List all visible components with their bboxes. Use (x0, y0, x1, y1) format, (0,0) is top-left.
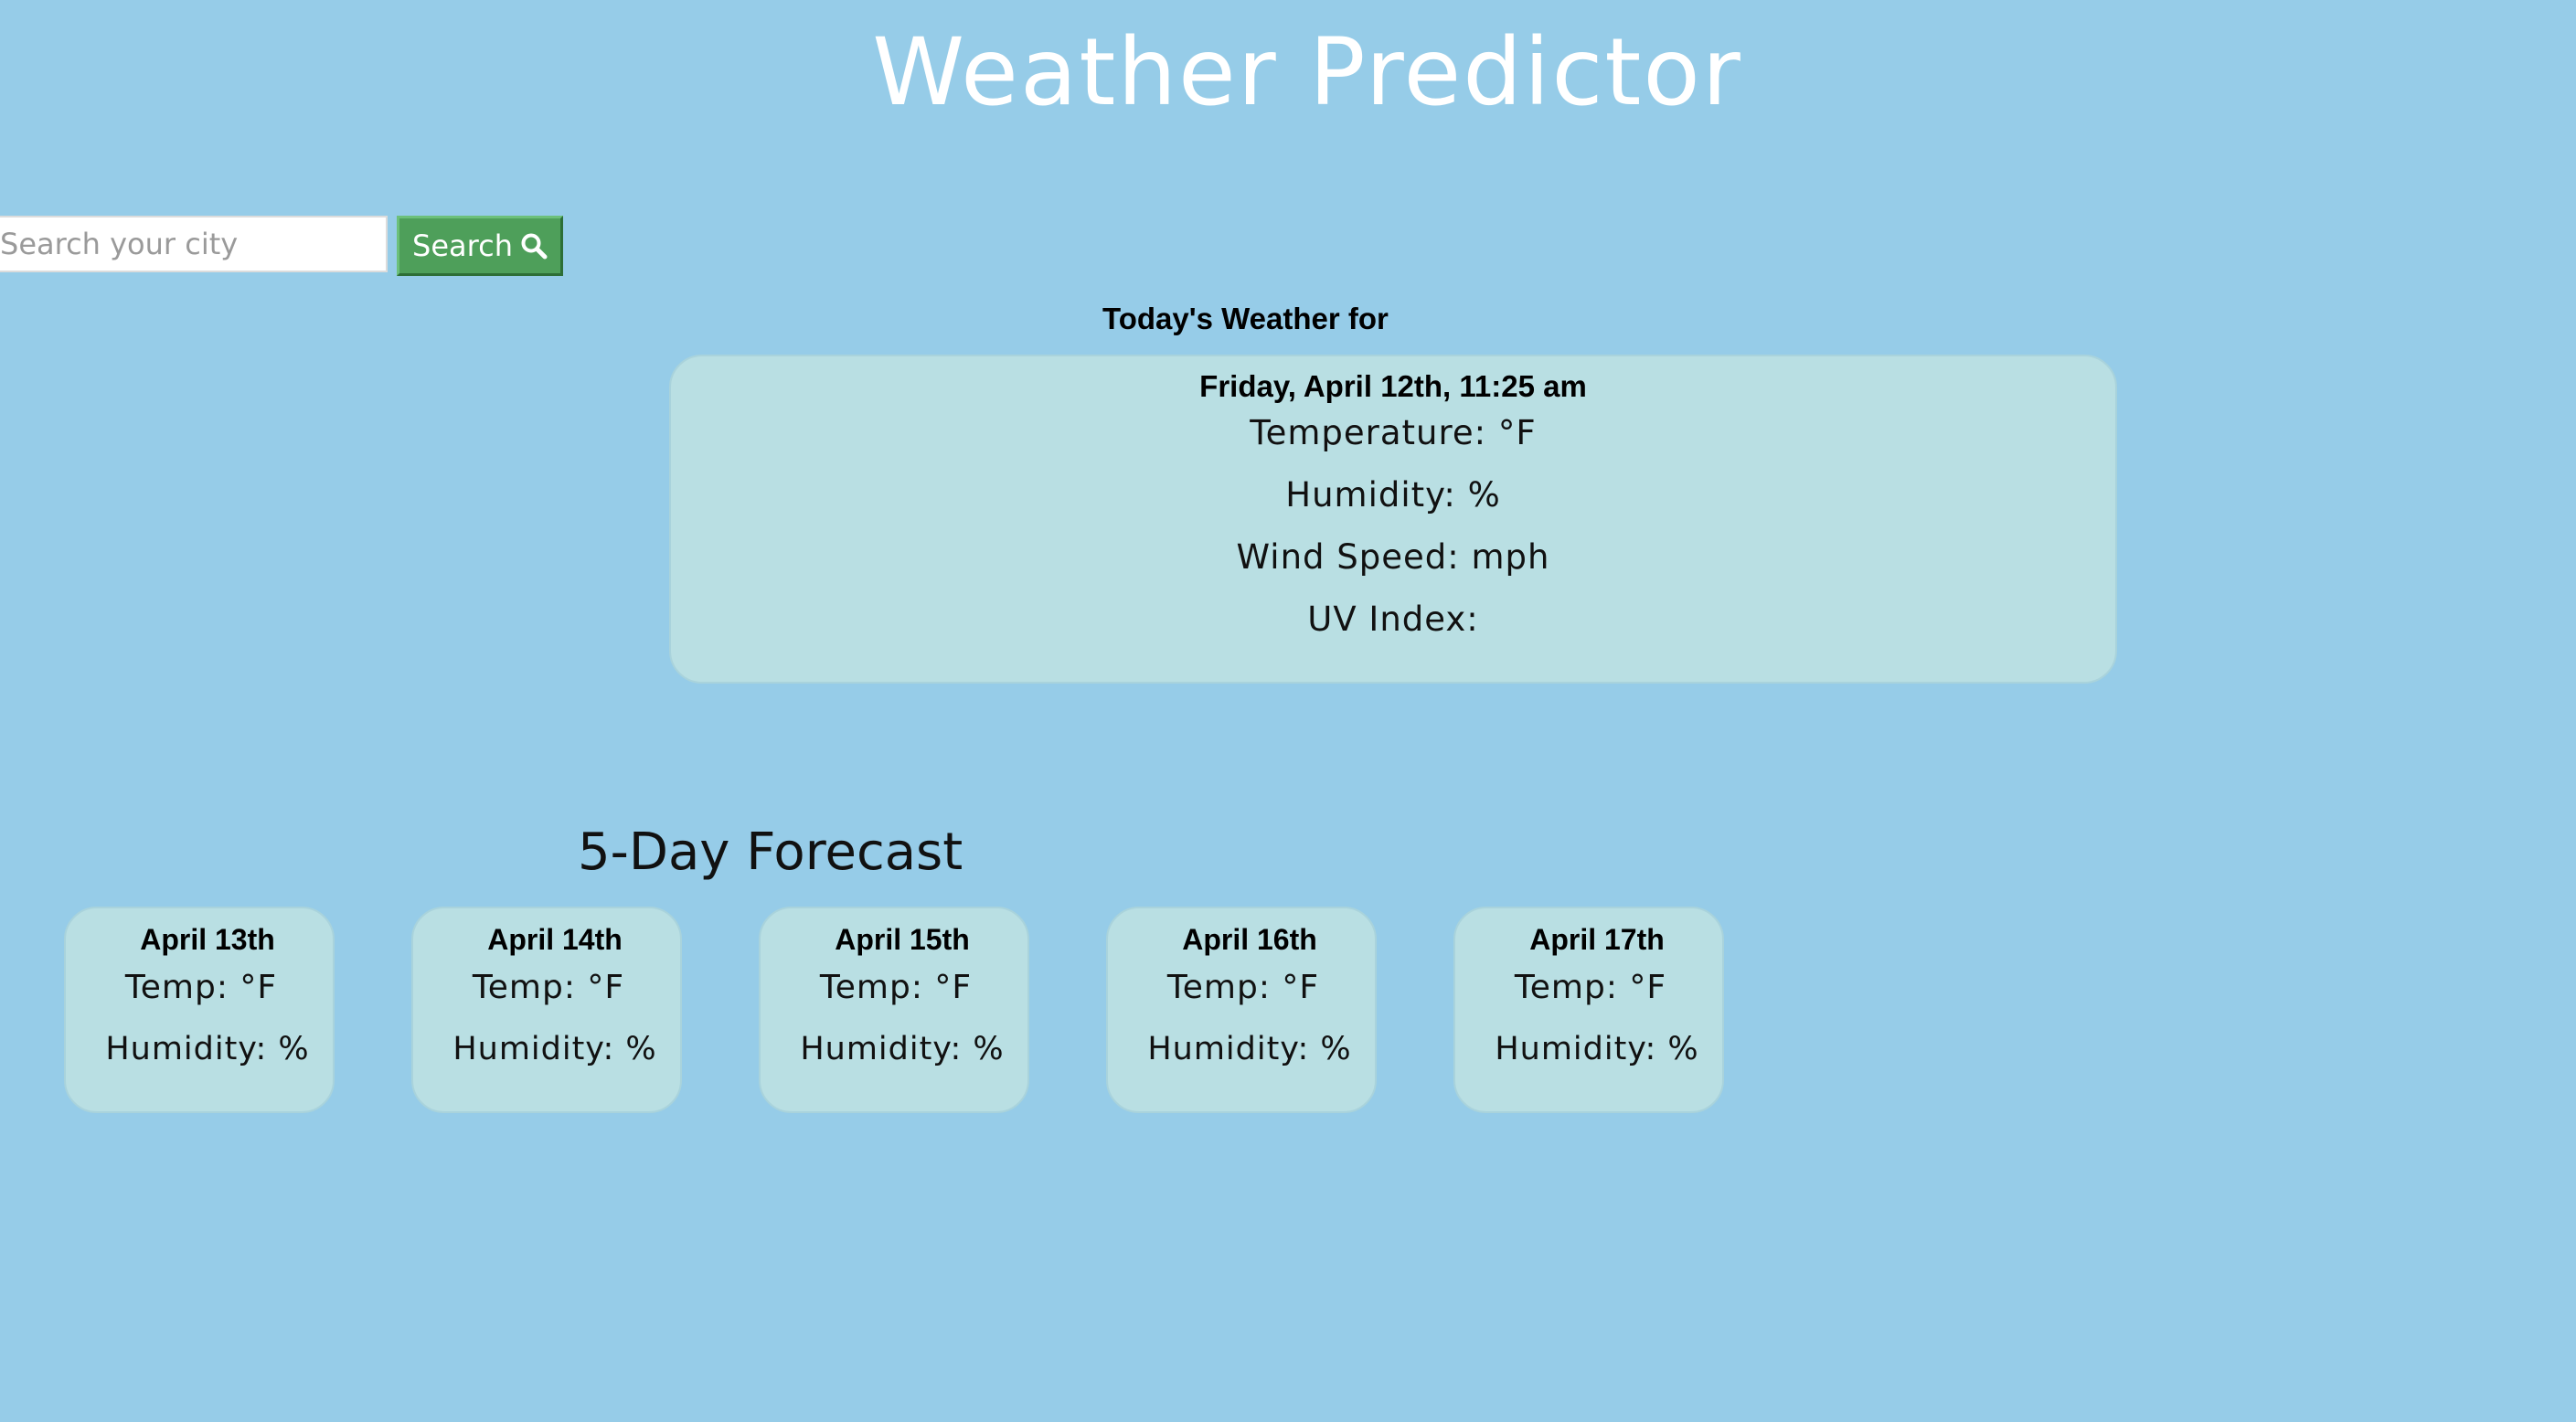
current-humidity: Humidity: % (1285, 475, 1501, 515)
forecast-date: April 13th (140, 923, 275, 956)
search-button-label: Search (412, 228, 513, 263)
forecast-card: April 17th Temp: °F Humidity: % (1453, 907, 1724, 1113)
forecast-heading: 5-Day Forecast (578, 822, 963, 882)
today-weather-heading: Today's Weather for (1102, 302, 1389, 335)
forecast-humidity: Humidity: % (105, 1031, 310, 1067)
forecast-card: April 13th Temp: °F Humidity: % (64, 907, 335, 1113)
forecast-humidity: Humidity: % (1147, 1031, 1352, 1067)
forecast-humidity: Humidity: % (1495, 1031, 1699, 1067)
forecast-date: April 16th (1182, 923, 1317, 956)
weather-predictor-page: { "header": { "title": "Weather Predicto… (0, 0, 2576, 1422)
forecast-humidity: Humidity: % (452, 1031, 657, 1067)
forecast-card: April 16th Temp: °F Humidity: % (1106, 907, 1377, 1113)
forecast-temp: Temp: °F (472, 969, 625, 1006)
forecast-date: April 14th (487, 923, 623, 956)
current-wind-speed: Wind Speed: mph (1236, 537, 1550, 577)
forecast-temp: Temp: °F (124, 969, 278, 1006)
current-temperature: Temperature: °F (1250, 413, 1537, 452)
forecast-temp: Temp: °F (1514, 969, 1667, 1006)
current-date: Friday, April 12th, 11:25 am (1199, 369, 1587, 403)
forecast-date: April 17th (1529, 923, 1665, 956)
forecast-card: April 15th Temp: °F Humidity: % (759, 907, 1029, 1113)
current-uv-index: UV Index: (1307, 600, 1479, 639)
forecast-card: April 14th Temp: °F Humidity: % (411, 907, 682, 1113)
forecast-temp: Temp: °F (1166, 969, 1320, 1006)
search-icon (520, 232, 548, 260)
search-button[interactable]: Search (397, 216, 563, 276)
forecast-temp: Temp: °F (819, 969, 973, 1006)
city-search-input[interactable] (0, 216, 388, 272)
current-weather-card: Friday, April 12th, 11:25 am Temperature… (669, 355, 2117, 684)
app-title: Weather Predictor (872, 18, 1742, 127)
forecast-date: April 15th (835, 923, 970, 956)
forecast-humidity: Humidity: % (800, 1031, 1005, 1067)
